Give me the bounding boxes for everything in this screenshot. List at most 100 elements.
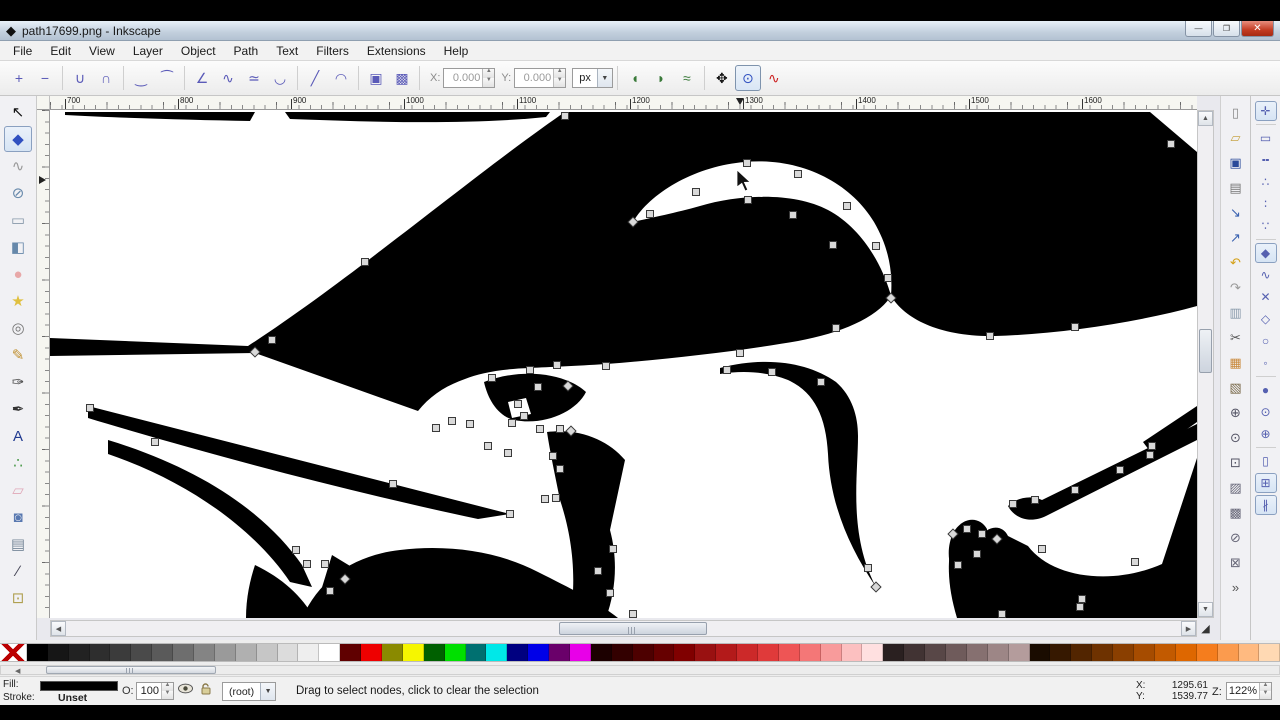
zoom-to-page-icon[interactable]: ⊡ [1224,451,1248,474]
snap-enable-icon[interactable]: ✛ [1255,101,1277,121]
path-node[interactable] [595,568,602,575]
menu-file[interactable]: File [4,42,41,60]
path-node[interactable] [1039,546,1046,553]
units-dropdown[interactable]: px ▼ [572,68,613,88]
palette-scroll-left-arrow[interactable]: ◀ [15,667,20,675]
snap-to-paths-icon[interactable]: ∿ [1255,265,1277,285]
path-node[interactable] [557,466,564,473]
path-node[interactable] [433,425,440,432]
path17699-artwork[interactable] [50,110,1197,618]
snap-guides-icon[interactable]: ∦ [1255,495,1277,515]
path-node[interactable] [769,369,776,376]
zoom-spinbox[interactable]: 122% ▲▼ [1226,682,1272,700]
palette-swatch[interactable] [716,644,737,661]
path-node[interactable] [553,495,560,502]
palette-swatch[interactable] [1113,644,1134,661]
palette-swatch[interactable] [967,644,988,661]
path-node[interactable] [1010,501,1017,508]
menu-text[interactable]: Text [267,42,307,60]
path-node[interactable] [603,363,610,370]
minimize-button[interactable]: — [1185,21,1212,37]
path-node[interactable] [724,367,731,374]
new-document-icon[interactable]: ▯ [1224,101,1248,124]
path-node[interactable] [833,325,840,332]
edit-clip-path-icon[interactable]: ◖ [622,65,648,91]
title-bar[interactable]: ◆ path17699.png - Inkscape — ❐ ✕ [0,21,1280,41]
path-node[interactable] [521,413,528,420]
path-node[interactable] [554,362,561,369]
palette-swatch[interactable] [403,644,424,661]
palette-swatch[interactable] [361,644,382,661]
palette-swatch[interactable] [925,644,946,661]
path-node[interactable] [537,426,544,433]
palette-swatch[interactable] [173,644,194,661]
path-node[interactable] [269,337,276,344]
palette-swatch[interactable] [69,644,90,661]
rectangle-tool-icon[interactable]: ▭ [4,207,32,233]
scroll-down-arrow[interactable]: ▼ [1198,602,1213,617]
palette-swatch[interactable] [257,644,278,661]
path-node[interactable] [509,420,516,427]
create-clone-icon[interactable]: ▩ [1224,501,1248,524]
snap-grid-icon[interactable]: ⊞ [1255,473,1277,493]
palette-swatch[interactable] [424,644,445,661]
zoom-to-drawing-icon[interactable]: ⊙ [1224,426,1248,449]
cut-icon[interactable]: ✂ [1224,326,1248,349]
palette-swatch[interactable] [382,644,403,661]
palette-swatch[interactable] [486,644,507,661]
palette-swatch[interactable] [528,644,549,661]
join-with-segment-icon[interactable]: ‿ [128,65,154,91]
scroll-left-arrow[interactable]: ◀ [51,621,66,636]
palette-swatch[interactable] [779,644,800,661]
bezier-tool-icon[interactable]: ✑ [4,369,32,395]
show-outline-icon[interactable]: ∿ [761,65,787,91]
next-path-effect-icon[interactable]: ≈ [674,65,700,91]
path-node[interactable] [507,511,514,518]
snap-bbox-edges-icon[interactable]: ╍ [1255,150,1277,170]
path-node[interactable] [693,189,700,196]
tweak-tool-icon[interactable]: ∿ [4,153,32,179]
path-node[interactable] [885,275,892,282]
path-node[interactable] [87,405,94,412]
snap-bbox-centers-icon[interactable]: ∵ [1255,216,1277,236]
commands-overflow-icon[interactable]: » [1224,576,1248,599]
path-node[interactable] [1168,141,1175,148]
stroke-value[interactable]: Unset [58,692,87,704]
path-node[interactable] [322,561,329,568]
path-node[interactable] [489,375,496,382]
pencil-tool-icon[interactable]: ✎ [4,342,32,368]
close-button[interactable]: ✕ [1241,21,1274,37]
path-node[interactable] [1117,467,1124,474]
opacity-spinbox[interactable]: 100 ▲▼ [136,682,174,700]
palette-swatch[interactable] [319,644,340,661]
zoom-tool-icon[interactable]: ⊘ [4,180,32,206]
path-node[interactable] [987,333,994,340]
open-document-icon[interactable]: ▱ [1224,126,1248,149]
path-node[interactable] [844,203,851,210]
palette-swatch[interactable] [1092,644,1113,661]
export-png-icon[interactable]: ↗ [1224,226,1248,249]
palette-swatch[interactable] [904,644,925,661]
path-node[interactable] [550,453,557,460]
palette-swatch[interactable] [549,644,570,661]
palette-none-swatch[interactable] [0,644,27,661]
stroke-to-path-icon[interactable]: ▩ [389,65,415,91]
print-document-icon[interactable]: ▤ [1224,176,1248,199]
palette-swatch[interactable] [27,644,48,661]
path-node[interactable] [152,439,159,446]
palette-swatch[interactable] [862,644,883,661]
document-properties-icon[interactable]: ▧ [1224,376,1248,399]
palette-swatch[interactable] [800,644,821,661]
layer-lock-icon[interactable] [200,683,212,698]
palette-swatch[interactable] [695,644,716,661]
maximize-button[interactable]: ❐ [1213,21,1240,37]
horizontal-scroll-thumb[interactable] [559,622,707,635]
palette-swatch[interactable] [988,644,1009,661]
path-node[interactable] [745,197,752,204]
palette-swatch[interactable] [633,644,654,661]
redo-icon[interactable]: ↷ [1224,276,1248,299]
path-node[interactable] [999,611,1006,618]
menu-help[interactable]: Help [435,42,478,60]
box3d-tool-icon[interactable]: ◧ [4,234,32,260]
path-node[interactable] [327,588,334,595]
